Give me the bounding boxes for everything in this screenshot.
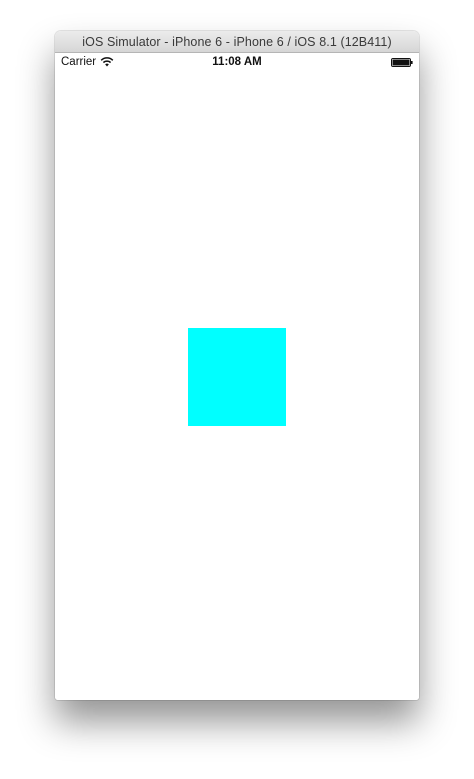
battery-icon	[391, 58, 413, 67]
status-time: 11:08 AM	[212, 56, 262, 68]
window-titlebar[interactable]: iOS Simulator - iPhone 6 - iPhone 6 / iO…	[55, 31, 419, 53]
app-screen	[55, 72, 419, 700]
desktop-stage: iOS Simulator - iPhone 6 - iPhone 6 / iO…	[0, 0, 474, 779]
battery-fill	[392, 59, 410, 66]
window-title: iOS Simulator - iPhone 6 - iPhone 6 / iO…	[82, 34, 392, 49]
ios-status-bar: Carrier 11:08 AM	[55, 53, 419, 72]
simulator-window: iOS Simulator - iPhone 6 - iPhone 6 / iO…	[55, 31, 419, 700]
cyan-square-view	[188, 328, 286, 426]
